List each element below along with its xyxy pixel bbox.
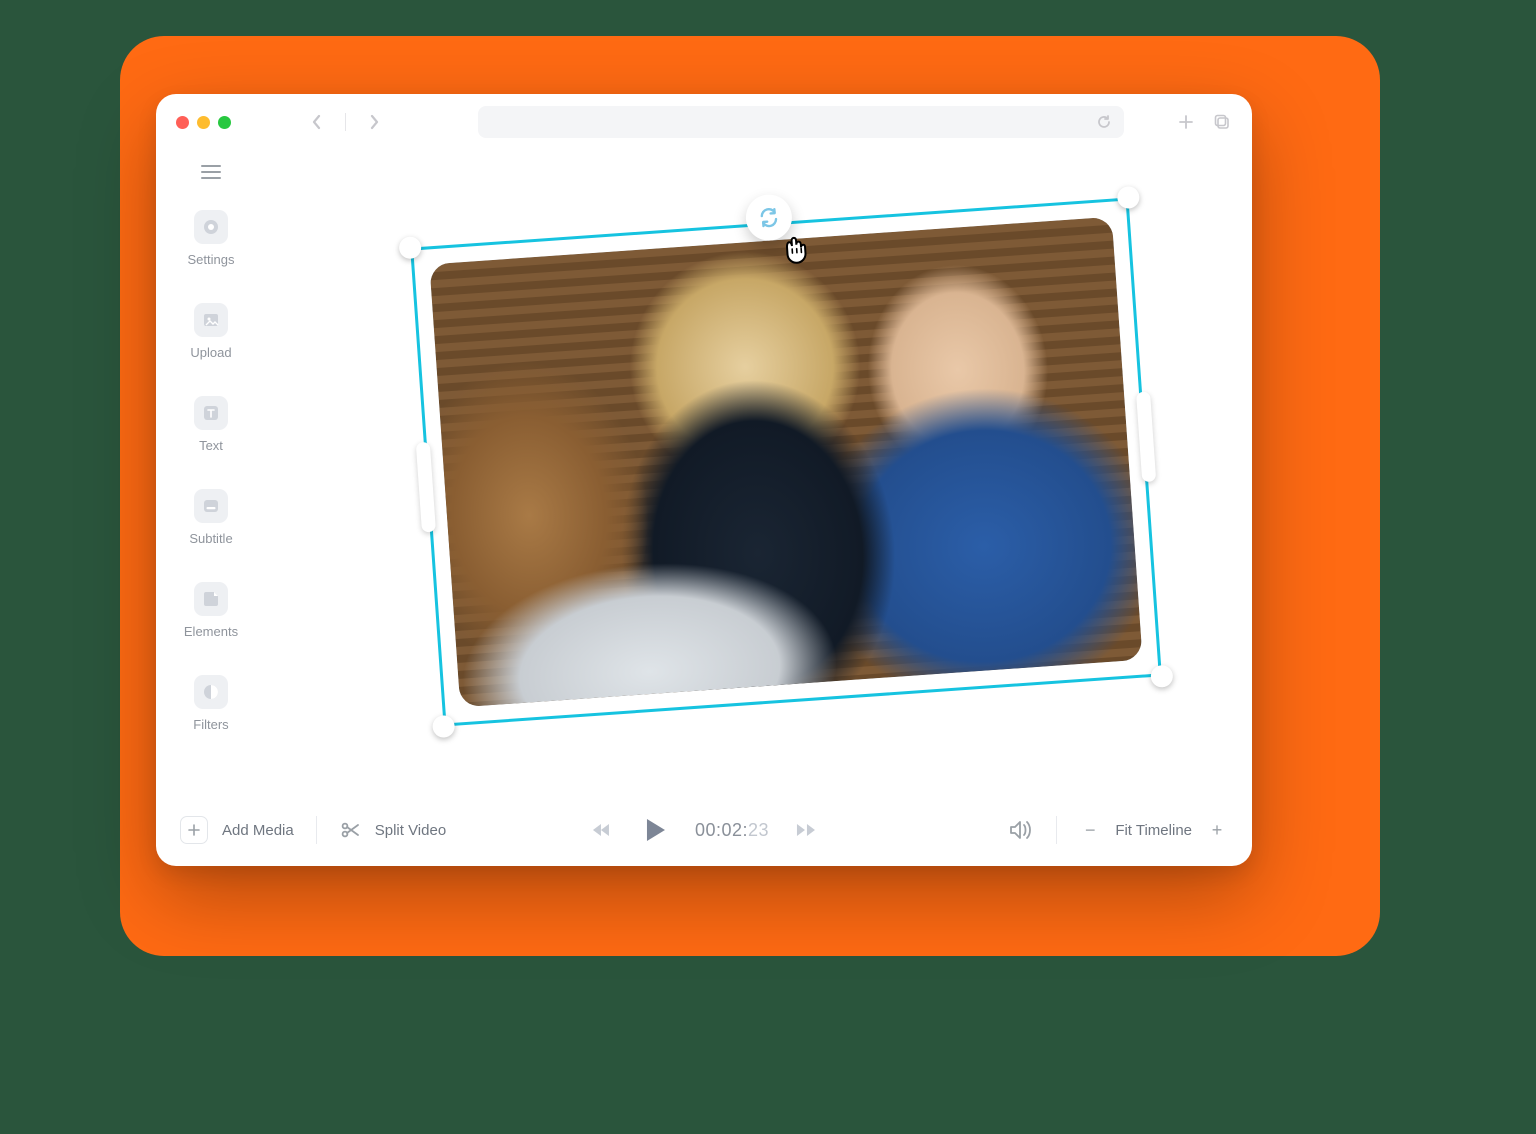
play-icon: [639, 815, 669, 845]
app-window: Settings Upload Text Subtitle: [156, 94, 1252, 866]
sidebar-item-settings[interactable]: Settings: [156, 210, 266, 267]
playback-controls: 00:02:23: [591, 815, 817, 845]
titlebar-right: [1176, 112, 1232, 132]
add-media-plus-button[interactable]: [180, 816, 208, 844]
minimize-window-button[interactable]: [197, 116, 210, 129]
resize-handle-bottom-right[interactable]: [1150, 665, 1173, 688]
close-window-button[interactable]: [176, 116, 189, 129]
hamburger-icon: [201, 164, 221, 180]
zoom-in-button[interactable]: +: [1206, 819, 1228, 841]
stacked-squares-icon: [1213, 113, 1231, 131]
chevron-left-icon: [311, 114, 323, 130]
sidebar-item-label: Text: [199, 438, 223, 453]
contrast-icon: [194, 675, 228, 709]
scissors-icon: [339, 819, 361, 841]
sidebar: Settings Upload Text Subtitle: [156, 150, 266, 794]
subtitle-icon: [194, 489, 228, 523]
sidebar-item-upload[interactable]: Upload: [156, 303, 266, 360]
forward-button[interactable]: [360, 108, 388, 136]
back-button[interactable]: [303, 108, 331, 136]
timecode-main: 00:02:: [695, 820, 748, 840]
sidebar-item-label: Subtitle: [189, 531, 232, 546]
split-video-label[interactable]: Split Video: [375, 822, 446, 839]
reload-icon: [1096, 114, 1112, 130]
nav-separator: [345, 113, 346, 131]
canvas[interactable]: [266, 150, 1252, 794]
volume-button[interactable]: [1008, 819, 1034, 841]
timecode-frames: 23: [748, 820, 769, 840]
sidebar-item-filters[interactable]: Filters: [156, 675, 266, 732]
record-icon: [194, 210, 228, 244]
zoom-window-button[interactable]: [218, 116, 231, 129]
toolbar-separator: [316, 816, 317, 844]
menu-button[interactable]: [201, 164, 221, 180]
app-body: Settings Upload Text Subtitle: [156, 150, 1252, 794]
sidebar-item-label: Elements: [184, 624, 238, 639]
speaker-icon: [1008, 819, 1034, 841]
sidebar-item-text[interactable]: Text: [156, 396, 266, 453]
fast-forward-icon: [795, 821, 817, 839]
sidebar-item-label: Filters: [193, 717, 228, 732]
rewind-button[interactable]: [591, 821, 613, 839]
tabs-overview-button[interactable]: [1212, 112, 1232, 132]
fast-forward-button[interactable]: [795, 821, 817, 839]
rotate-icon: [755, 204, 783, 232]
chevron-right-icon: [368, 114, 380, 130]
sidebar-item-elements[interactable]: Elements: [156, 582, 266, 639]
new-tab-button[interactable]: [1176, 112, 1196, 132]
play-button[interactable]: [639, 815, 669, 845]
window-controls: [176, 116, 231, 129]
plus-icon: [1178, 114, 1194, 130]
resize-handle-top-right[interactable]: [1117, 186, 1140, 209]
sidebar-item-label: Upload: [190, 345, 231, 360]
timeline-toolbar: Add Media Split Video 00:02:23 − Fi: [156, 794, 1252, 866]
address-bar[interactable]: [478, 106, 1124, 138]
sidebar-item-label: Settings: [188, 252, 235, 267]
rewind-icon: [591, 821, 613, 839]
text-icon: [194, 396, 228, 430]
split-video-button[interactable]: [339, 819, 361, 841]
video-clip[interactable]: [429, 217, 1142, 708]
fit-timeline-button[interactable]: Fit Timeline: [1115, 822, 1192, 839]
sidebar-item-subtitle[interactable]: Subtitle: [156, 489, 266, 546]
plus-icon: [188, 824, 200, 836]
video-thumbnail: [429, 217, 1142, 708]
sticker-icon: [194, 582, 228, 616]
zoom-out-button[interactable]: −: [1079, 819, 1101, 841]
toolbar-separator: [1056, 816, 1057, 844]
image-icon: [194, 303, 228, 337]
resize-handle-bottom-left[interactable]: [432, 715, 455, 738]
add-media-button[interactable]: Add Media: [222, 822, 294, 839]
timecode: 00:02:23: [695, 820, 769, 841]
titlebar: [156, 94, 1252, 150]
selected-media-frame[interactable]: [410, 197, 1162, 726]
